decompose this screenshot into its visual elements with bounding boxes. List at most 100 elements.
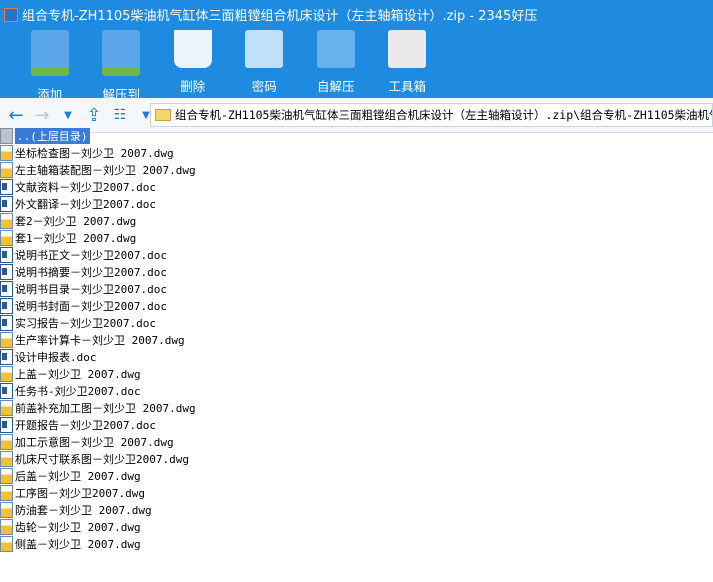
toolbar-label: 自解压 [316, 79, 355, 94]
toolbar-button-0[interactable]: 添加 [14, 30, 86, 103]
file-row[interactable]: 外文翻译－刘少卫2007.doc [0, 195, 196, 212]
dwg-file-icon [0, 484, 13, 501]
file-row[interactable]: 说明书目录－刘少卫2007.doc [0, 280, 196, 297]
toolbar-button-5[interactable]: 工具箱 [372, 30, 444, 103]
file-name: 开题报告－刘少卫2007.doc [15, 418, 156, 432]
toolbar-button-2[interactable]: 删除 [157, 30, 229, 103]
doc-file-icon [0, 416, 13, 433]
recycle-bin-icon [173, 30, 212, 68]
file-name: 任务书-刘少卫2007.doc [15, 384, 141, 398]
toolbar-button-4[interactable]: 自解压 [300, 30, 372, 103]
file-name: ..(上层目录) [15, 127, 90, 144]
toolbar: 添加 解压到删除 密码 自解压 工具箱 [14, 30, 443, 103]
dwg-file-icon [0, 161, 13, 178]
address-text: 组合专机-ZH1105柴油机气缸体三面粗镗组合机床设计（左主轴箱设计）.zip\… [175, 108, 713, 122]
file-row[interactable]: 齿轮－刘少卫 2007.dwg [0, 518, 196, 535]
file-row[interactable]: 套2－刘少卫 2007.dwg [0, 212, 196, 229]
file-row[interactable]: 上盖－刘少卫 2007.dwg [0, 365, 196, 382]
doc-file-icon [0, 382, 13, 399]
toolbar-button-1[interactable]: 解压到 [86, 30, 158, 103]
file-row[interactable]: 实习报告－刘少卫2007.doc [0, 314, 196, 331]
file-name: 坐标检查图－刘少卫 2007.dwg [15, 146, 174, 160]
dwg-file-icon [0, 229, 13, 246]
file-row[interactable]: 说明书封面－刘少卫2007.doc [0, 297, 196, 314]
file-list: ..(上层目录) 坐标检查图－刘少卫 2007.dwg 左主轴箱装配图－刘少卫 2… [0, 127, 196, 552]
file-name: 生产率计算卡－刘少卫 2007.dwg [15, 333, 185, 347]
file-row[interactable]: 套1－刘少卫 2007.dwg [0, 229, 196, 246]
file-name: 侧盖－刘少卫 2007.dwg [15, 537, 141, 551]
dwg-file-icon [0, 501, 13, 518]
file-name: 左主轴箱装配图－刘少卫 2007.dwg [15, 163, 196, 177]
file-name: 机床尺寸联系图－刘少卫2007.dwg [15, 452, 189, 466]
doc-file-icon [0, 280, 13, 297]
file-name: 实习报告－刘少卫2007.doc [15, 316, 156, 330]
file-name: 外文翻译－刘少卫2007.doc [15, 197, 156, 211]
file-name: 上盖－刘少卫 2007.dwg [15, 367, 141, 381]
view-mode-icon[interactable]: ☷ [110, 107, 130, 123]
app-icon [4, 7, 18, 22]
file-row[interactable]: 机床尺寸联系图－刘少卫2007.dwg [0, 450, 196, 467]
file-row[interactable]: 坐标检查图－刘少卫 2007.dwg [0, 144, 196, 161]
file-name: 加工示意图－刘少卫 2007.dwg [15, 435, 174, 449]
file-row[interactable]: 开题报告－刘少卫2007.doc [0, 416, 196, 433]
file-name: 前盖补充加工图－刘少卫 2007.dwg [15, 401, 196, 415]
file-row[interactable]: 说明书摘要－刘少卫2007.doc [0, 263, 196, 280]
file-row[interactable]: 生产率计算卡－刘少卫 2007.dwg [0, 331, 196, 348]
forward-icon[interactable]: → [32, 105, 52, 126]
back-icon[interactable]: ← [6, 105, 26, 126]
lock-icon [245, 30, 284, 68]
toolbar-button-3[interactable]: 密码 [229, 30, 301, 103]
dwg-file-icon [0, 331, 13, 348]
parent-folder-icon [0, 127, 13, 144]
dwg-file-icon [0, 365, 13, 382]
title-text: 组合专机-ZH1105柴油机气缸体三面粗镗组合机床设计（左主轴箱设计）.zip … [22, 9, 538, 24]
file-row[interactable]: 防油套－刘少卫 2007.dwg [0, 501, 196, 518]
doc-file-icon [0, 195, 13, 212]
up-folder-icon[interactable]: ⇪ [84, 105, 104, 126]
doc-file-icon [0, 348, 13, 365]
file-row[interactable]: 后盖－刘少卫 2007.dwg [0, 467, 196, 484]
dwg-file-icon [0, 433, 13, 450]
dwg-file-icon [0, 535, 13, 552]
address-bar[interactable]: 组合专机-ZH1105柴油机气缸体三面粗镗组合机床设计（左主轴箱设计）.zip\… [150, 103, 713, 127]
dwg-file-icon [0, 144, 13, 161]
file-row[interactable]: 侧盖－刘少卫 2007.dwg [0, 535, 196, 552]
doc-file-icon [0, 297, 13, 314]
file-name: 说明书目录－刘少卫2007.doc [15, 282, 167, 296]
file-name: 说明书正文－刘少卫2007.doc [15, 248, 167, 262]
folder-icon [155, 109, 171, 121]
toolbar-label: 密码 [251, 79, 277, 94]
file-row[interactable]: 工序图－刘少卫2007.dwg [0, 484, 196, 501]
file-row[interactable]: 加工示意图－刘少卫 2007.dwg [0, 433, 196, 450]
doc-file-icon [0, 314, 13, 331]
file-name: 工序图－刘少卫2007.dwg [15, 486, 145, 500]
file-name: 说明书摘要－刘少卫2007.doc [15, 265, 167, 279]
file-name: 防油套－刘少卫 2007.dwg [15, 503, 152, 517]
extract-icon [102, 30, 141, 76]
doc-file-icon [0, 263, 13, 280]
file-row[interactable]: 左主轴箱装配图－刘少卫 2007.dwg [0, 161, 196, 178]
file-row[interactable]: 说明书正文－刘少卫2007.doc [0, 246, 196, 263]
file-name: 齿轮－刘少卫 2007.dwg [15, 520, 141, 534]
add-archive-icon [30, 30, 69, 76]
history-dropdown-icon[interactable]: ▼ [58, 110, 78, 121]
dwg-file-icon [0, 467, 13, 484]
file-row[interactable]: 前盖补充加工图－刘少卫 2007.dwg [0, 399, 196, 416]
file-name: 套2－刘少卫 2007.dwg [15, 214, 137, 228]
dwg-file-icon [0, 212, 13, 229]
file-name: 文献资料－刘少卫2007.doc [15, 180, 156, 194]
parent-directory-row[interactable]: ..(上层目录) [0, 127, 196, 144]
file-name: 后盖－刘少卫 2007.dwg [15, 469, 141, 483]
toolbar-label: 删除 [180, 79, 206, 94]
dwg-file-icon [0, 450, 13, 467]
file-row[interactable]: 设计申报表.doc [0, 348, 196, 365]
file-row[interactable]: 任务书-刘少卫2007.doc [0, 382, 196, 399]
toolbox-icon [388, 30, 427, 68]
window-title: 组合专机-ZH1105柴油机气缸体三面粗镗组合机床设计（左主轴箱设计）.zip … [4, 5, 537, 24]
dwg-file-icon [0, 399, 13, 416]
file-row[interactable]: 文献资料－刘少卫2007.doc [0, 178, 196, 195]
doc-file-icon [0, 246, 13, 263]
file-name: 套1－刘少卫 2007.dwg [15, 231, 137, 245]
toolbar-label: 工具箱 [388, 79, 426, 94]
dwg-file-icon [0, 518, 13, 535]
